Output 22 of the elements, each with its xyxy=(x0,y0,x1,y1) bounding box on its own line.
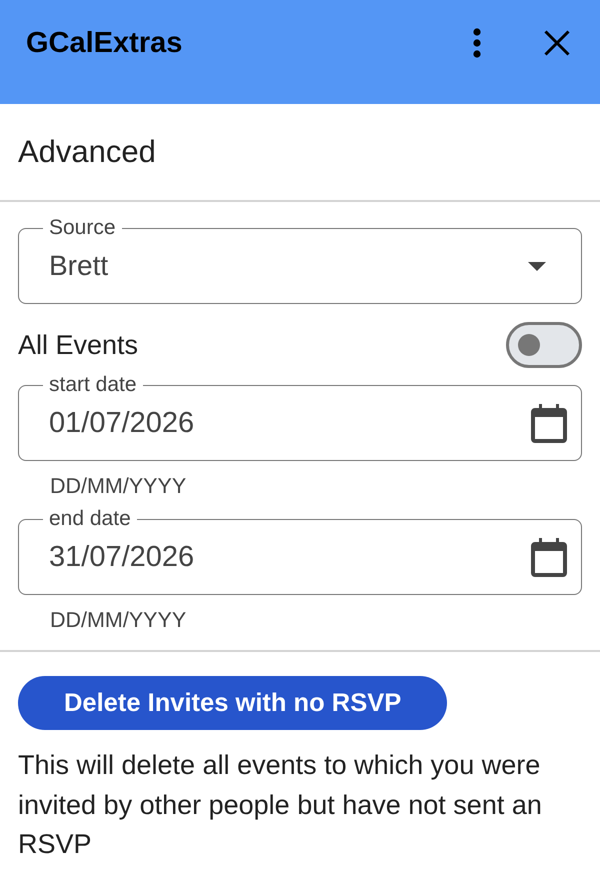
date-format-hint: DD/MM/YYYY xyxy=(49,473,188,499)
date-format-hint: DD/MM/YYYY xyxy=(49,607,188,633)
close-icon[interactable] xyxy=(544,30,570,56)
field-label: Source xyxy=(48,217,117,239)
date-value: 01/07/2026 xyxy=(49,406,196,440)
description-text: This will delete all events to which you were invited by other people but have not sent an RSVP xyxy=(18,749,543,861)
field-label: start date xyxy=(48,374,138,396)
source-select[interactable]: Source Brett xyxy=(18,217,582,304)
caret-icon xyxy=(528,262,546,270)
calendar-icon[interactable] xyxy=(531,538,567,576)
select-value: Brett xyxy=(49,250,110,282)
calendar-icon[interactable] xyxy=(531,404,567,442)
date-field[interactable]: end date 31/07/2026 xyxy=(18,508,582,595)
toggle-label: All Events xyxy=(18,330,138,360)
date-value: 31/07/2026 xyxy=(49,540,196,574)
toggle-switch[interactable] xyxy=(506,322,582,368)
delete-invites-button[interactable]: Delete Invites with no RSVP xyxy=(18,676,448,730)
date-field[interactable]: start date 01/07/2026 xyxy=(18,374,582,461)
app-title: GCalExtras xyxy=(26,26,182,60)
more-options-icon[interactable] xyxy=(473,28,481,58)
section-title: Advanced xyxy=(18,134,156,170)
field-label: end date xyxy=(48,508,132,530)
